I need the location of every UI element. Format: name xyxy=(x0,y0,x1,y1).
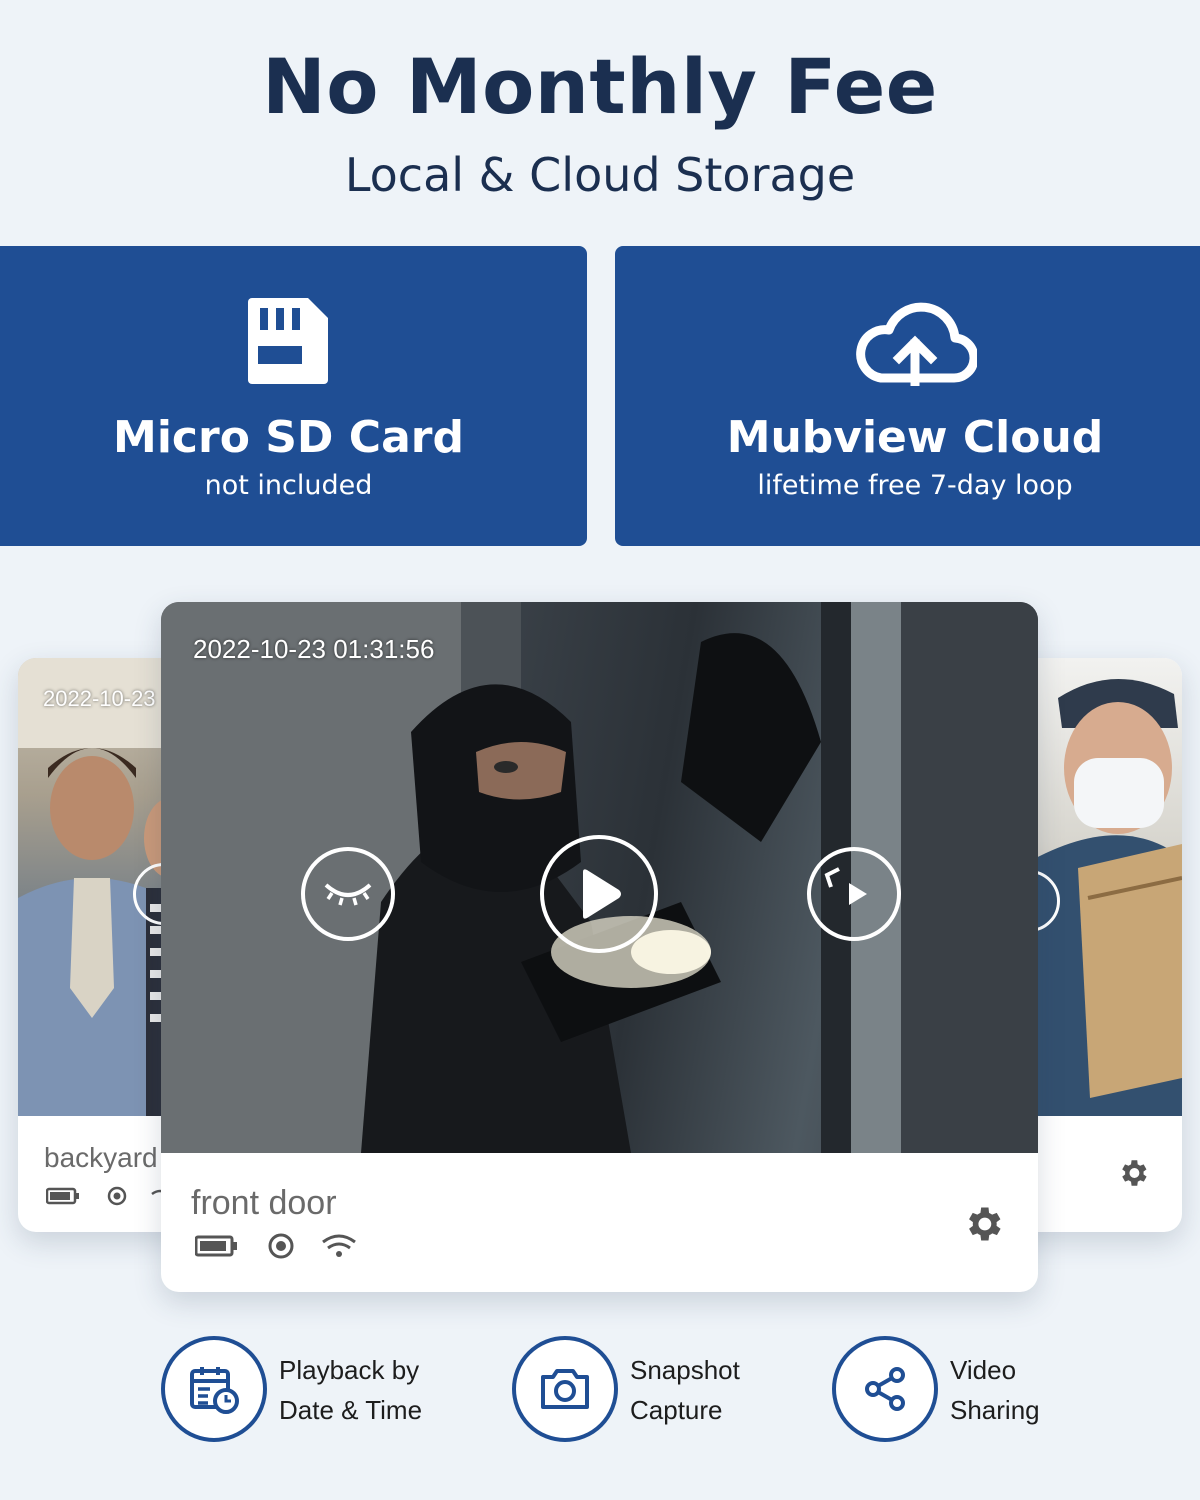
camera-icon xyxy=(541,1369,589,1409)
camera-card-front-door[interactable]: 2022-10-23 01:31:56 front door xyxy=(161,602,1038,1292)
feature-label-line1: Snapshot xyxy=(630,1355,740,1385)
feature-icon-circle xyxy=(512,1336,618,1442)
camera-status-icons xyxy=(46,1186,166,1206)
cloud-subtitle: lifetime free 7-day loop xyxy=(757,470,1073,501)
camera-timestamp: 2022-10-23 xyxy=(43,686,156,711)
camera-name: backyard xyxy=(44,1142,158,1173)
cloud-title: Mubview Cloud xyxy=(726,412,1104,463)
wifi-icon xyxy=(322,1234,356,1257)
sd-card-panel: Micro SD Card not included xyxy=(0,246,587,546)
share-icon xyxy=(865,1367,905,1411)
feature-label-line2: Sharing xyxy=(950,1395,1040,1425)
sd-card-subtitle: not included xyxy=(204,470,373,501)
camera-status-icons xyxy=(195,1233,356,1259)
camera-name: front door xyxy=(191,1184,337,1222)
cloud-panel: Mubview Cloud lifetime free 7-day loop xyxy=(615,246,1200,546)
night-vision-button[interactable] xyxy=(301,847,395,941)
gear-icon[interactable] xyxy=(1116,1156,1150,1190)
feature-label-line1: Video xyxy=(950,1355,1017,1385)
calendar-clock-icon xyxy=(190,1367,239,1414)
camera-timestamp: 2022-10-23 01:31:56 xyxy=(193,634,435,664)
gear-icon[interactable] xyxy=(961,1202,1005,1246)
cloud-upload-icon xyxy=(856,302,977,386)
eye-closed-icon xyxy=(324,883,372,906)
sd-card-title: Micro SD Card xyxy=(113,412,464,463)
feature-icon-circle xyxy=(161,1336,267,1442)
replay-icon xyxy=(824,867,867,905)
replay-button[interactable] xyxy=(807,847,901,941)
play-button[interactable] xyxy=(540,835,658,953)
feature-label-line1: Playback by xyxy=(279,1355,420,1385)
feature-label-line2: Capture xyxy=(630,1395,723,1425)
feature-label-line2: Date & Time xyxy=(279,1395,423,1425)
page-subtitle: Local & Cloud Storage xyxy=(344,148,856,202)
feature-icon-circle xyxy=(832,1336,938,1442)
sd-card-icon xyxy=(247,298,328,384)
play-icon xyxy=(583,869,621,919)
page-title: No Monthly Fee xyxy=(262,42,938,131)
